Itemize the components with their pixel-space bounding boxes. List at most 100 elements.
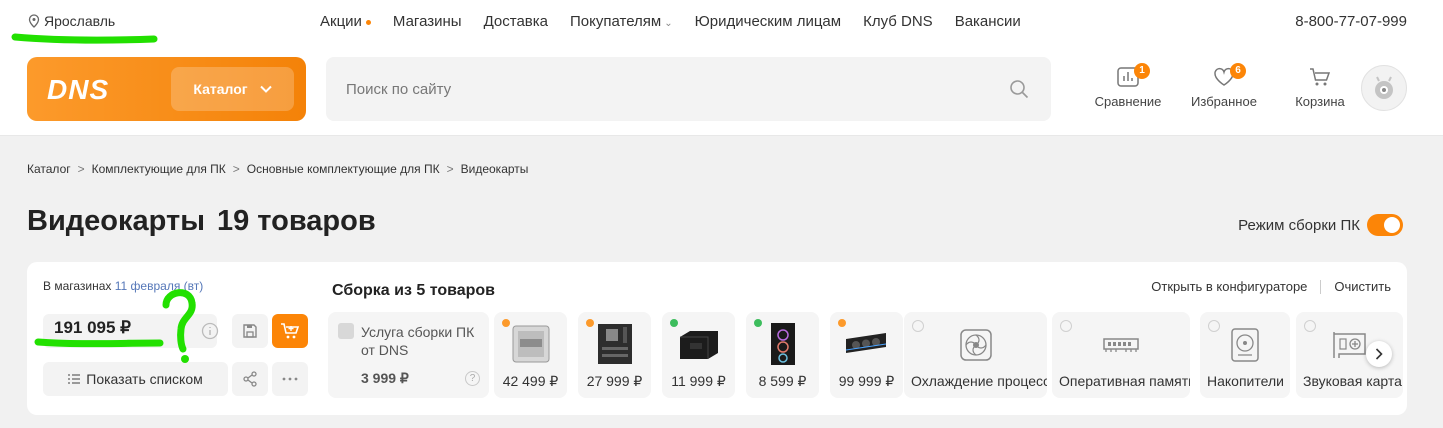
- nav-delivery[interactable]: Доставка: [484, 13, 548, 30]
- show-as-list-button[interactable]: Показать списком: [43, 362, 228, 396]
- slot-cpu-cooling[interactable]: Охлаждение процессора: [904, 312, 1047, 398]
- help-icon[interactable]: ?: [465, 371, 480, 386]
- nav-legal-entities[interactable]: Юридическим лицам: [695, 13, 841, 30]
- stock-availability: В магазинах 11 февраля (вт): [43, 279, 203, 293]
- assembly-title: Сборка из 5 товаров: [332, 282, 496, 299]
- assembly-service-card[interactable]: Услуга сборки ПК от DNS 3 999 ₽ ?: [328, 312, 489, 398]
- total-price: 191 095 ₽: [43, 314, 217, 348]
- breadcrumb-main-components[interactable]: Основные комплектующие для ПК: [247, 162, 440, 176]
- nav-customers-label: Покупателям: [570, 13, 662, 30]
- service-checkbox[interactable]: [338, 323, 354, 339]
- share-button[interactable]: [232, 362, 268, 396]
- nav-dns-club[interactable]: Клуб DNS: [863, 13, 933, 30]
- cart-icon: [1310, 68, 1331, 86]
- availability-dot: [838, 319, 846, 327]
- stock-date[interactable]: 11 февраля (вт): [115, 279, 204, 293]
- search-input[interactable]: [326, 57, 986, 121]
- build-mode-toggle-wrap: Режим сборки ПК: [1238, 214, 1403, 236]
- open-configurator-link[interactable]: Открыть в конфигураторе: [1151, 279, 1307, 294]
- availability-dot: [586, 319, 594, 327]
- list-icon: [68, 374, 81, 384]
- slot-drives[interactable]: Накопители: [1200, 312, 1290, 398]
- breadcrumb-separator: >: [446, 162, 454, 176]
- slot-label: Оперативная память: [1059, 373, 1190, 389]
- stock-prefix: В магазинах: [43, 279, 112, 293]
- pc-case-icon: [771, 323, 795, 365]
- cart-button[interactable]: Корзина: [1272, 66, 1368, 109]
- search-icon[interactable]: [1009, 79, 1029, 99]
- info-icon: [1304, 320, 1316, 332]
- cart-label: Корзина: [1295, 94, 1345, 109]
- favorites-button[interactable]: 6 Избранное: [1176, 63, 1272, 109]
- build-item-gpu[interactable]: 99 999 ₽: [830, 312, 903, 398]
- availability-dot: [670, 319, 678, 327]
- location-pin-icon: [28, 14, 40, 28]
- city-name: Ярославль: [44, 13, 116, 29]
- slot-ram[interactable]: Оперативная память: [1052, 312, 1190, 398]
- info-icon: [1060, 320, 1072, 332]
- city-selector[interactable]: Ярославль: [28, 13, 115, 29]
- slot-label: Охлаждение процессора: [911, 373, 1047, 389]
- compare-label: Сравнение: [1094, 94, 1162, 109]
- breadcrumb-separator: >: [232, 162, 240, 176]
- favorites-badge: 6: [1230, 63, 1246, 79]
- more-options-button[interactable]: [272, 362, 308, 396]
- top-nav: Акции Магазины Доставка Покупателям ⌄ Юри…: [320, 13, 1021, 30]
- drive-icon: [1231, 328, 1259, 362]
- logo-catalog-block: DNS Каталог: [27, 57, 306, 121]
- motherboard-icon: [598, 324, 632, 364]
- build-item-cpu[interactable]: 42 499 ₽: [494, 312, 567, 398]
- service-price: 3 999 ₽: [361, 370, 409, 386]
- cpu-icon: [512, 325, 550, 363]
- build-item-pc-case[interactable]: 8 599 ₽: [746, 312, 819, 398]
- nav-promotions-label: Акции: [320, 13, 362, 30]
- assembly-actions: Открыть в конфигураторе Очистить: [1151, 279, 1391, 294]
- build-item-motherboard[interactable]: 27 999 ₽: [578, 312, 651, 398]
- nav-customers[interactable]: Покупателям ⌄: [570, 13, 673, 30]
- nav-promotions[interactable]: Акции: [320, 13, 371, 30]
- clear-link[interactable]: Очистить: [1334, 279, 1391, 294]
- nav-stores[interactable]: Магазины: [393, 13, 462, 30]
- compare-button[interactable]: 1 Сравнение: [1080, 63, 1176, 109]
- page-title-text: Видеокарты: [27, 205, 205, 237]
- divider: [1320, 280, 1322, 294]
- new-dot: [365, 19, 371, 25]
- build-item-power-supply[interactable]: 11 999 ₽: [662, 312, 735, 398]
- sound-card-icon: [1332, 332, 1366, 358]
- phone-number[interactable]: 8-800-77-07-999: [1295, 13, 1407, 30]
- show-as-list-label: Показать списком: [86, 371, 203, 387]
- header-icons: 1 Сравнение 6 Избранное Корзина: [1080, 63, 1368, 109]
- gpu-icon: [845, 333, 887, 353]
- item-price: 11 999 ₽: [671, 373, 726, 389]
- page-title: Видеокарты 19 товаров: [27, 205, 376, 238]
- robot-avatar-icon: [1375, 76, 1393, 99]
- catalog-button[interactable]: Каталог: [171, 67, 294, 111]
- availability-dot: [754, 319, 762, 327]
- avatar[interactable]: [1361, 65, 1407, 111]
- chevron-down-icon: [259, 85, 272, 93]
- price-info-button[interactable]: [192, 314, 228, 348]
- power-supply-icon: [680, 331, 718, 359]
- save-button[interactable]: [232, 314, 268, 348]
- top-bar: Ярославль Акции Магазины Доставка Покупа…: [0, 0, 1443, 46]
- scroll-next-button[interactable]: [1366, 341, 1392, 367]
- compare-badge: 1: [1134, 63, 1150, 79]
- info-icon: [1208, 320, 1220, 332]
- catalog-label: Каталог: [193, 81, 248, 97]
- add-to-cart-button[interactable]: [272, 314, 308, 348]
- search-bar: [326, 57, 1051, 121]
- save-icon: [243, 324, 257, 338]
- favorites-label: Избранное: [1191, 94, 1257, 109]
- availability-dot: [502, 319, 510, 327]
- breadcrumb-separator: >: [77, 162, 85, 176]
- cart-plus-icon: [281, 323, 300, 339]
- breadcrumb-catalog[interactable]: Каталог: [27, 162, 71, 176]
- dns-logo[interactable]: DNS: [47, 74, 109, 106]
- nav-vacancies[interactable]: Вакансии: [955, 13, 1021, 30]
- build-mode-toggle[interactable]: [1367, 214, 1403, 236]
- item-price: 27 999 ₽: [586, 373, 643, 389]
- header: DNS Каталог 1 Сравнение 6 Избранное Корз…: [0, 46, 1443, 136]
- breadcrumb-pc-components[interactable]: Комплектующие для ПК: [92, 162, 226, 176]
- slot-label: Накопители: [1207, 373, 1284, 389]
- item-price: 99 999 ₽: [838, 373, 895, 389]
